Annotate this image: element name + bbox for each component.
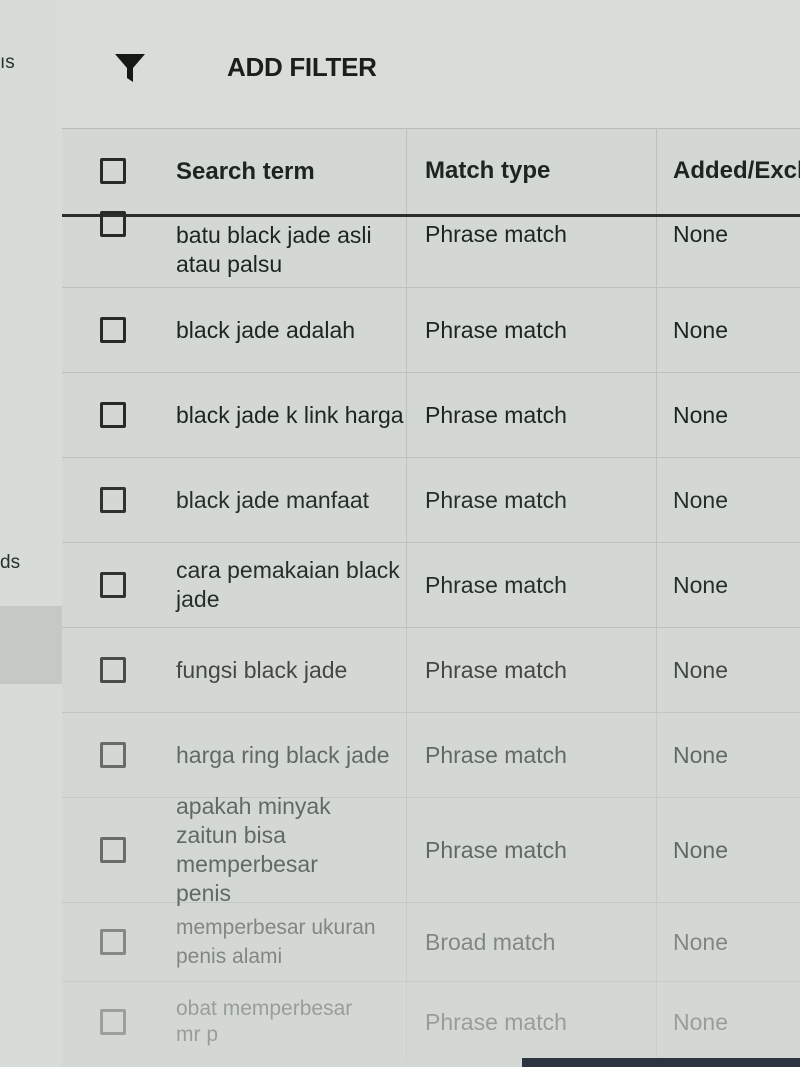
added-excluded-cell: None — [656, 628, 800, 712]
row-checkbox[interactable] — [100, 487, 126, 513]
added-excluded-cell: None — [656, 982, 800, 1062]
match-type-cell: Phrase match — [406, 713, 656, 797]
match-type-cell: Phrase match — [406, 373, 656, 457]
match-type-cell: Phrase match — [406, 458, 656, 542]
search-terms-table: Search term Match type Added/Excl batu b… — [62, 128, 800, 1062]
add-filter-button[interactable]: ADD FILTER — [227, 52, 377, 83]
added-excluded-cell: None — [656, 798, 800, 902]
sidebar-selected-item[interactable] — [0, 606, 62, 684]
row-checkbox[interactable] — [100, 929, 126, 955]
added-excluded-cell: None — [656, 903, 800, 981]
match-type-cell: Phrase match — [406, 798, 656, 902]
search-term-cell: cara pemakaian black jade — [176, 557, 400, 612]
main-panel: ADD FILTER Search term Match type Added/… — [62, 0, 800, 1067]
sidebar-item-fragment[interactable]: ıs — [0, 52, 15, 74]
column-header-search-term[interactable]: Search term — [176, 128, 406, 214]
table-row: cara pemakaian black jade Phrase match N… — [62, 543, 800, 628]
table-row: fungsi black jade Phrase match None — [62, 628, 800, 713]
table-row: memperbesar ukuran penis alami Broad mat… — [62, 903, 800, 982]
row-checkbox[interactable] — [100, 742, 126, 768]
column-header-match-type[interactable]: Match type — [406, 128, 656, 214]
filter-funnel-icon[interactable] — [112, 50, 148, 86]
match-type-cell: Phrase match — [406, 982, 656, 1062]
search-term-cell: harga ring black jade — [176, 741, 390, 768]
match-type-cell: Broad match — [406, 903, 656, 981]
filter-toolbar: ADD FILTER — [62, 0, 800, 129]
match-type-cell: Phrase match — [406, 628, 656, 712]
table-row: apakah minyak zaitun bisa memperbesar pe… — [62, 793, 800, 906]
left-sidebar: ıs ds — [0, 0, 63, 1067]
column-header-added-excluded[interactable]: Added/Excl — [656, 128, 800, 214]
row-checkbox[interactable] — [100, 657, 126, 683]
match-type-cell: Phrase match — [406, 543, 656, 627]
table-header-row: Search term Match type Added/Excl — [62, 128, 800, 217]
added-excluded-cell: None — [656, 458, 800, 542]
search-term-cell: memperbesar ukuran penis alami — [176, 916, 376, 968]
select-all-checkbox[interactable] — [100, 158, 126, 184]
row-checkbox[interactable] — [100, 837, 126, 863]
added-excluded-cell: None — [656, 543, 800, 627]
match-type-cell: Phrase match — [406, 288, 656, 372]
row-checkbox[interactable] — [100, 211, 126, 237]
bottom-panel-edge — [522, 1058, 800, 1067]
search-term-cell: apakah minyak zaitun bisa memperbesar pe… — [176, 793, 331, 906]
search-term-cell: black jade adalah — [176, 316, 356, 343]
search-term-cell: batu black jade asli atau palsu — [176, 222, 372, 277]
added-excluded-cell: None — [656, 217, 800, 287]
row-checkbox[interactable] — [100, 402, 126, 428]
table-row: black jade manfaat Phrase match None — [62, 458, 800, 543]
search-term-cell: black jade k link harga — [176, 401, 404, 428]
sidebar-item-fragment[interactable]: ds — [0, 552, 20, 574]
search-term-cell: obat memperbesar mr p — [176, 997, 353, 1046]
row-checkbox[interactable] — [100, 572, 126, 598]
table-row: black jade adalah Phrase match None — [62, 288, 800, 373]
table-row: black jade k link harga Phrase match Non… — [62, 373, 800, 458]
table-row: obat memperbesar mr p Phrase match None — [62, 982, 800, 1062]
search-term-cell: fungsi black jade — [176, 656, 348, 683]
table-row: harga ring black jade Phrase match None — [62, 713, 800, 798]
search-term-cell: black jade manfaat — [176, 486, 370, 513]
added-excluded-cell: None — [656, 373, 800, 457]
added-excluded-cell: None — [656, 713, 800, 797]
table-row: batu black jade asli atau palsu Phrase m… — [62, 211, 800, 288]
match-type-cell: Phrase match — [406, 217, 656, 287]
row-checkbox[interactable] — [100, 317, 126, 343]
row-checkbox[interactable] — [100, 1009, 126, 1035]
added-excluded-cell: None — [656, 288, 800, 372]
